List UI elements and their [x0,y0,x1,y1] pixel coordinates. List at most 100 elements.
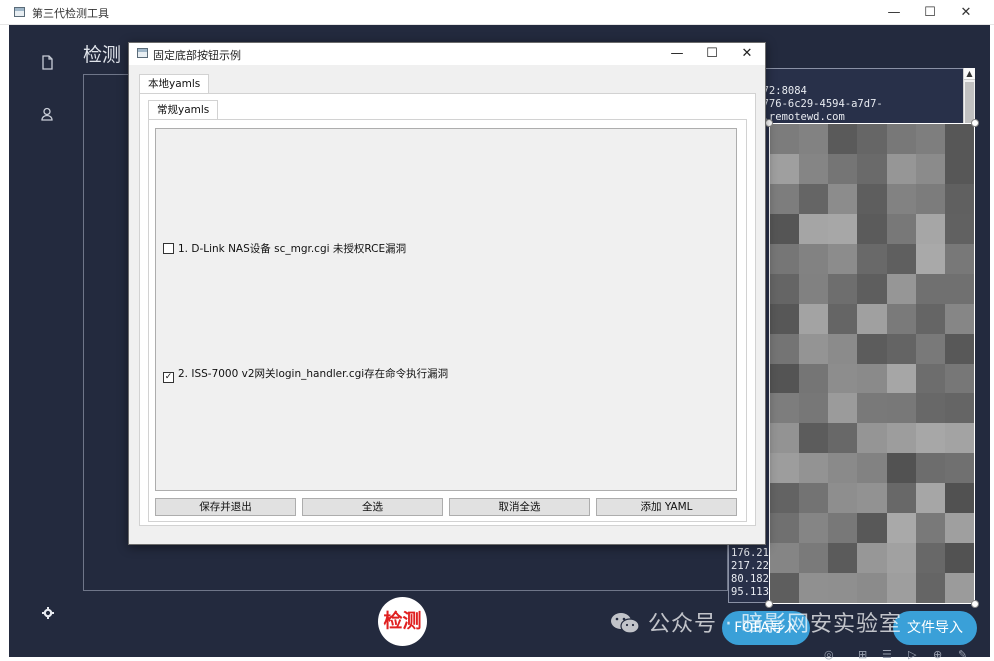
mosaic-cell [886,573,916,603]
mosaic-cell [799,483,829,514]
dialog-title: 固定底部按钮示例 [153,49,241,62]
mosaic-cell [828,124,858,154]
mosaic-cell [944,303,974,334]
close-button[interactable]: ✕ [948,0,984,25]
mosaic-cell [944,513,974,544]
dialog-window-icon [137,48,148,58]
dialog-titlebar: 固定底部按钮示例 — ☐ ✕ [129,43,765,65]
mosaic-cell [828,213,858,244]
mosaic-cell [799,153,829,184]
mosaic-cell [886,423,916,454]
mosaic-cell [770,273,800,304]
gear-icon[interactable] [42,607,54,623]
mosaic-cell [915,303,945,334]
mosaic-cell [886,303,916,334]
selection-handle[interactable] [971,119,979,127]
selection-handle[interactable] [971,600,979,608]
mosaic-cell [857,153,887,184]
selection-handle[interactable] [765,119,773,127]
globe-icon[interactable]: ⊕ [933,648,942,661]
mosaic-cell [799,513,829,544]
app-titlebar: 第三代检测工具 — ☐ ✕ [0,0,994,25]
mosaic-cell [886,513,916,544]
mosaic-cell [799,453,829,484]
edit-icon[interactable]: ✎ [958,648,967,661]
user-icon[interactable] [40,107,54,125]
mosaic-cell [944,273,974,304]
mosaic-cell [799,393,829,424]
mosaic-cell [828,423,858,454]
eye-icon[interactable]: ◎ [824,648,834,661]
yaml-item-2[interactable]: ✓ 2. ISS-7000 v2网关login_handler.cgi存在命令执行… [163,366,448,383]
mosaic-cell [915,363,945,394]
mosaic-cell [886,393,916,424]
mosaic-cell [915,153,945,184]
play-icon[interactable]: ▷ [908,648,916,661]
mosaic-cell [828,573,858,603]
mosaic-cell [944,153,974,184]
mosaic-cell [944,243,974,274]
mosaic-cell [828,303,858,334]
mosaic-cell [799,303,829,334]
mosaic-cell [770,453,800,484]
mosaic-cell [915,573,945,603]
scroll-up-icon[interactable]: ▲ [964,68,975,80]
mosaic-cell [799,124,829,154]
tab-local-yamls[interactable]: 本地yamls [139,74,210,94]
mosaic-cell [944,183,974,214]
mosaic-cell [857,243,887,274]
maximize-button[interactable]: ☐ [912,0,948,25]
mosaic-cell [915,183,945,214]
mosaic-cell [799,333,829,364]
mosaic-cell [857,453,887,484]
mosaic-cell [886,453,916,484]
mosaic-cell [799,213,829,244]
document-icon[interactable] [41,55,54,74]
mosaic-cell [799,573,829,603]
filter-icon[interactable]: ⊞ [858,648,867,661]
yaml-item-label: 1. D-Link NAS设备 sc_mgr.cgi 未授权RCE漏洞 [178,243,407,255]
deselect-all-button[interactable]: 取消全选 [449,498,590,516]
minimize-button[interactable]: — [876,0,912,25]
mosaic-cell [857,483,887,514]
checkbox[interactable] [163,243,174,254]
dialog-close-button[interactable]: ✕ [729,43,765,65]
mosaic-cell [944,423,974,454]
mosaic-cell [915,513,945,544]
list-icon[interactable]: ☰ [882,648,892,661]
mosaic-cell [915,124,945,154]
checkbox-checked[interactable]: ✓ [163,372,174,383]
mosaic-cell [828,273,858,304]
mosaic-cell [886,273,916,304]
mosaic-cell [886,153,916,184]
mosaic-cell [799,543,829,574]
mosaic-cell [857,183,887,214]
dialog-maximize-button[interactable]: ☐ [694,43,730,65]
dialog-minimize-button[interactable]: — [659,43,695,65]
file-import-button[interactable]: 文件导入 [893,611,977,645]
mosaic-cell [944,483,974,514]
mosaic-cell [828,153,858,184]
tab-regular-yamls[interactable]: 常规yamls [148,100,219,120]
save-exit-button[interactable]: 保存并退出 [155,498,296,516]
mosaic-cell [770,393,800,424]
mosaic-cell [770,333,800,364]
mosaic-cell [915,213,945,244]
mosaic-cell [886,543,916,574]
mosaic-cell [915,333,945,364]
mosaic-cell [915,543,945,574]
mosaic-cell [770,213,800,244]
mosaic-cell [799,363,829,394]
yaml-item-1[interactable]: 1. D-Link NAS设备 sc_mgr.cgi 未授权RCE漏洞 [163,241,406,256]
mosaic-cell [799,273,829,304]
app-window-title: 第三代检测工具 [32,7,109,20]
mosaic-cell [944,213,974,244]
add-yaml-button[interactable]: 添加 YAML [596,498,737,516]
yaml-item-label: 2. ISS-7000 v2网关login_handler.cgi存在命令执行漏… [178,368,449,380]
mosaic-cell [770,363,800,394]
detect-button[interactable]: 检测 [378,597,427,646]
yaml-dialog: 固定底部按钮示例 — ☐ ✕ 本地yamls 常规yamls 1. D-Link… [128,42,766,545]
mosaic-cell [828,513,858,544]
select-all-button[interactable]: 全选 [302,498,443,516]
mosaic-cell [886,183,916,214]
